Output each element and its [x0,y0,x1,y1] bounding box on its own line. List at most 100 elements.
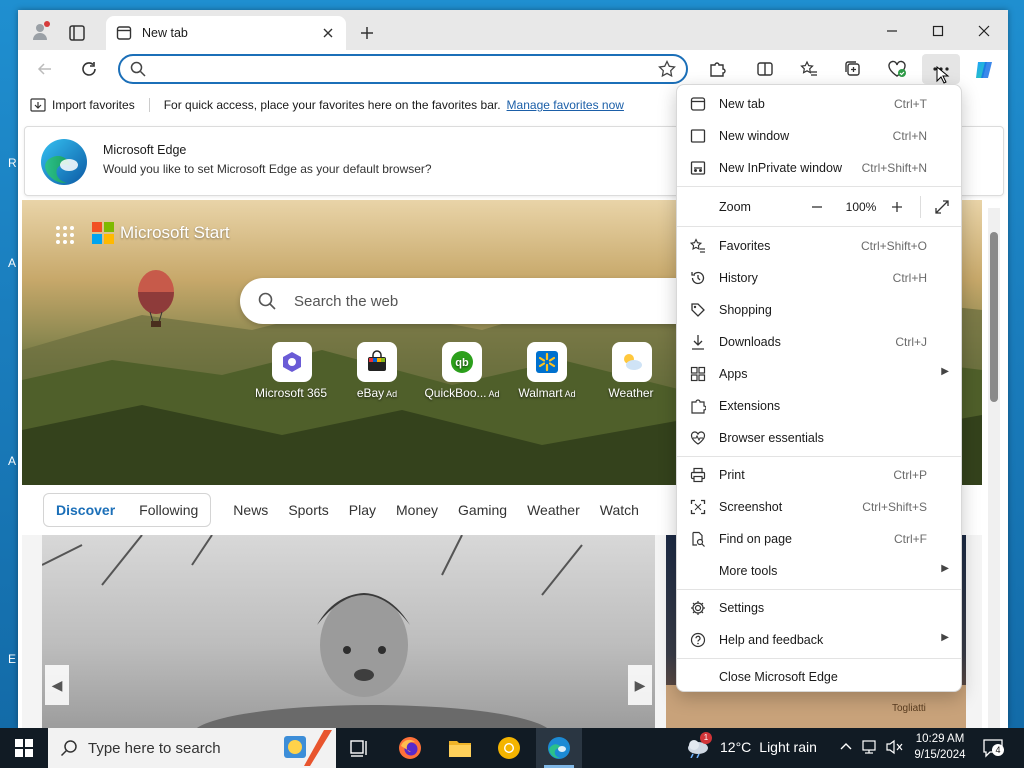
tab-actions-button[interactable] [66,22,88,44]
menu-print[interactable]: Print Ctrl+P [677,459,961,491]
tab-following[interactable]: Following [127,502,210,518]
taskbar-search[interactable]: Type here to search [48,728,336,768]
chevron-right-icon: ▶ [941,366,949,377]
menu-shopping[interactable]: Shopping [677,294,961,326]
new-window-icon [690,129,706,143]
address-bar[interactable] [118,54,688,84]
extensions-button[interactable] [706,58,728,80]
apps-grid-button[interactable] [52,222,78,248]
menu-divider [677,456,961,457]
menu-close-microsoft-edge[interactable]: Close Microsoft Edge [677,661,961,693]
nav-gaming[interactable]: Gaming [458,502,507,518]
feed-card-hero[interactable]: ◀ ▶ [42,535,655,728]
import-favorites-button[interactable]: Import favorites [52,98,135,112]
maximize-button[interactable] [924,20,952,42]
favorites-button[interactable] [798,58,820,80]
taskbar-edge-active[interactable] [536,728,582,768]
quick-link-quickbooks[interactable]: qb QuickBoo... Ad [417,342,507,400]
close-tab-button[interactable] [320,25,336,41]
menu-extensions[interactable]: Extensions [677,390,961,422]
favorite-star-icon[interactable] [658,60,676,78]
nav-money[interactable]: Money [396,502,438,518]
taskbar-chrome[interactable] [497,736,521,760]
clock[interactable]: 10:29 AM 9/15/2024 [912,731,968,763]
menu-more-tools[interactable]: More tools ▶ [677,555,961,587]
browser-essentials-button[interactable] [886,58,908,80]
nav-play[interactable]: Play [349,502,376,518]
nav-sports[interactable]: Sports [288,502,328,518]
nav-watch[interactable]: Watch [600,502,639,518]
address-input[interactable] [156,61,658,77]
weather-temp: 12°C [720,739,752,755]
split-screen-button[interactable] [754,58,776,80]
fullscreen-button[interactable] [931,196,953,218]
discover-following-toggle: Discover Following [43,493,212,527]
menu-browser-essentials[interactable]: Browser essentials [677,422,961,454]
minimize-button[interactable] [878,20,906,42]
back-button[interactable] [34,58,56,80]
scrollbar-thumb[interactable] [990,232,998,402]
settings-and-more-menu: New tab Ctrl+T New window Ctrl+N New InP… [676,84,962,692]
notifications-button[interactable]: 4 [982,737,1004,759]
taskbar-firefox[interactable] [398,736,422,760]
carousel-next-button[interactable]: ▶ [628,665,652,705]
nav-weather[interactable]: Weather [527,502,580,518]
puzzle-icon [691,399,706,414]
menu-new-window[interactable]: New window Ctrl+N [677,120,961,152]
favbar-divider [148,98,150,112]
web-search-box[interactable]: Search the web [240,278,720,324]
weather-widget[interactable]: 1 12°C Light rain [686,732,817,758]
menu-settings[interactable]: Settings [677,592,961,624]
zoom-out-button[interactable] [806,196,828,218]
menu-shortcut: Ctrl+Shift+N [861,161,927,175]
title-bar: New tab [18,10,1008,50]
close-window-button[interactable] [970,20,998,42]
chevron-right-icon: ▶ [941,632,949,643]
menu-zoom: Zoom 100% [677,191,961,223]
menu-apps[interactable]: Apps ▶ [677,358,961,390]
quick-link-weather[interactable]: Weather [587,342,677,400]
profile-button[interactable] [30,20,52,42]
task-view-button[interactable] [348,736,372,760]
nav-news[interactable]: News [233,502,268,518]
collections-icon [845,61,860,76]
start-button[interactable] [8,736,40,760]
menu-shortcut: Ctrl+Shift+O [860,239,927,253]
menu-favorites[interactable]: Favorites Ctrl+Shift+O [677,230,961,262]
tab-discover[interactable]: Discover [44,502,127,518]
banner-title: Microsoft Edge [103,143,187,157]
arrow-left-icon [37,63,51,75]
volume-button[interactable] [886,739,904,755]
search-icon [130,61,146,77]
manage-favorites-link[interactable]: Manage favorites now [507,98,624,112]
collections-button[interactable] [842,58,864,80]
news-photo-child [42,535,583,728]
search-icon [258,292,276,310]
show-hidden-icons-button[interactable] [840,741,852,751]
quick-link-walmart[interactable]: Walmart Ad [502,342,592,400]
copilot-button[interactable] [972,58,996,82]
menu-new-inprivate-window[interactable]: New InPrivate window Ctrl+Shift+N [677,152,961,184]
quick-link-ebay[interactable]: eBay Ad [332,342,422,400]
page-scrollbar[interactable] [988,208,1000,728]
menu-shortcut: Ctrl+J [895,335,927,349]
weather-sun-cloud-icon [612,342,652,382]
network-button[interactable] [862,739,880,755]
new-tab-button[interactable] [356,22,378,44]
menu-downloads[interactable]: Downloads Ctrl+J [677,326,961,358]
carousel-prev-button[interactable]: ◀ [45,665,69,705]
quick-link-microsoft-365[interactable]: Microsoft 365 [247,342,337,400]
menu-new-tab[interactable]: New tab Ctrl+T [677,88,961,120]
menu-history[interactable]: History Ctrl+H [677,262,961,294]
menu-find-on-page[interactable]: Find on page Ctrl+F [677,523,961,555]
taskbar-file-explorer[interactable] [448,736,472,760]
tab-new-tab[interactable]: New tab [106,16,346,50]
menu-shortcut: Ctrl+T [894,97,927,111]
menu-screenshot[interactable]: Screenshot Ctrl+Shift+S [677,491,961,523]
refresh-button[interactable] [78,58,100,80]
menu-help-and-feedback[interactable]: Help and feedback ▶ [677,624,961,656]
microsoft-start-brand[interactable]: Microsoft Start [92,222,230,244]
refresh-icon [82,62,96,76]
taskbar: Type here to search 1 12°C Light rain 10… [0,728,1024,768]
zoom-in-button[interactable] [886,196,908,218]
